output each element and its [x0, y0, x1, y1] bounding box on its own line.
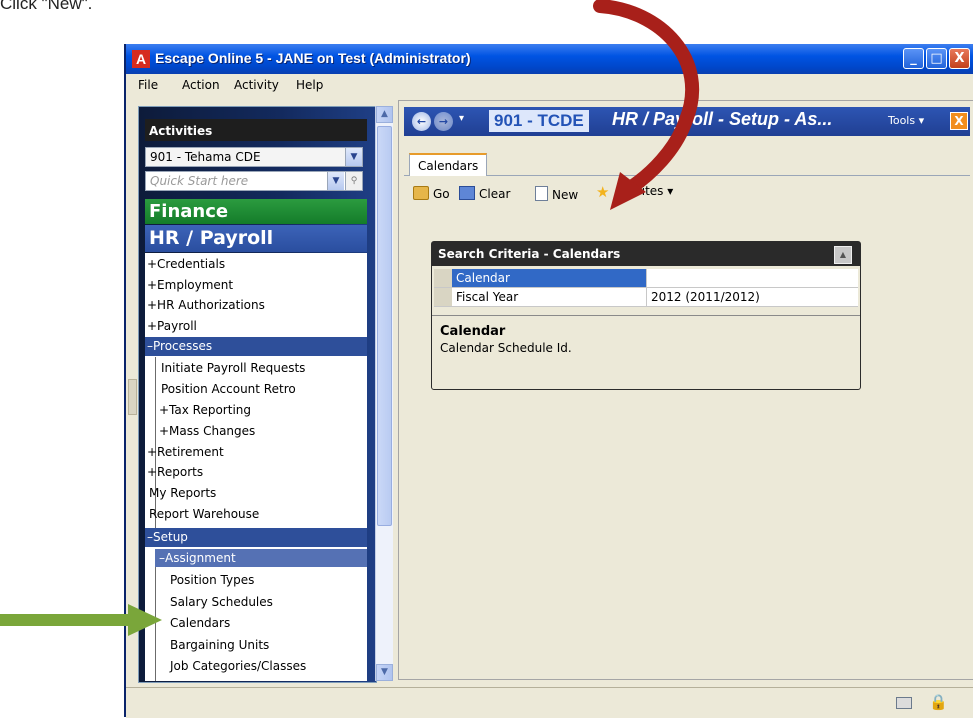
nav-item-bargaining-units[interactable]: Bargaining Units	[170, 638, 269, 652]
clear-button[interactable]: Clear	[459, 186, 510, 201]
chevron-down-icon[interactable]: ▼	[345, 148, 362, 166]
tab-calendars[interactable]: Calendars	[409, 153, 488, 176]
folder-go-icon	[413, 186, 429, 200]
app-window: A Escape Online 5 - JANE on Test (Admini…	[124, 44, 973, 718]
nav-item-payroll[interactable]: +Payroll	[147, 319, 197, 333]
nav-item-setup[interactable]: –Setup	[145, 528, 367, 547]
history-dropdown-icon[interactable]: ▾	[459, 113, 464, 124]
nav-item-salary-schedules[interactable]: Salary Schedules	[170, 595, 273, 609]
panel-splitter-handle[interactable]	[128, 379, 137, 415]
instruction-caption: Click "New".	[0, 0, 93, 13]
nav-item-assignment[interactable]: –Assignment	[155, 549, 367, 567]
search-criteria-header: Search Criteria - Calendars ▲	[432, 242, 860, 266]
nav-item-my-reports[interactable]: My Reports	[149, 486, 216, 500]
row-gutter	[434, 269, 452, 287]
hr-payroll-section[interactable]: HR / Payroll	[145, 225, 367, 252]
go-label: Go	[433, 187, 450, 201]
org-select[interactable]: 901 - Tehama CDE ▼	[145, 147, 363, 167]
new-document-icon	[535, 186, 548, 201]
menu-file[interactable]: File	[138, 78, 158, 92]
maximize-button[interactable]: □	[926, 48, 947, 69]
field-description-text: Calendar Schedule Id.	[440, 341, 572, 355]
criteria-row[interactable]: Fiscal Year 2012 (2011/2012)	[434, 288, 858, 307]
scroll-up-icon[interactable]: ▲	[376, 106, 393, 123]
nav-item-report-warehouse[interactable]: Report Warehouse	[149, 507, 259, 521]
quick-start-placeholder: Quick Start here	[150, 174, 249, 188]
window-title: Escape Online 5 - JANE on Test (Administ…	[155, 50, 471, 66]
menu-activity[interactable]: Activity	[234, 78, 279, 92]
menu-bar: File Action Activity Help	[126, 74, 973, 96]
new-button[interactable]: New	[535, 186, 578, 202]
scroll-down-icon[interactable]: ▼	[376, 664, 393, 681]
nav-item-reports[interactable]: +Reports	[147, 465, 203, 479]
nav-item-calendars[interactable]: Calendars	[170, 616, 230, 630]
activities-panel: Activities 901 - Tehama CDE ▼ Quick Star…	[138, 106, 377, 683]
forward-arrow-icon[interactable]: →	[434, 112, 453, 131]
activities-header: Activities	[145, 119, 367, 141]
app-logo-icon: A	[132, 50, 150, 68]
criteria-label: Fiscal Year	[456, 290, 519, 304]
nav-tree: +Credentials +Employment +HR Authorizati…	[145, 253, 367, 681]
menu-action[interactable]: Action	[182, 78, 220, 92]
search-criteria-title: Search Criteria - Calendars	[438, 247, 621, 261]
tools-menu[interactable]: Tools ▾	[888, 114, 924, 127]
nav-item-processes[interactable]: –Processes	[145, 337, 367, 356]
title-bar[interactable]: A Escape Online 5 - JANE on Test (Admini…	[126, 44, 973, 74]
field-description-title: Calendar	[440, 324, 506, 339]
lock-icon: 🔒	[929, 693, 948, 711]
nav-item-credentials[interactable]: +Credentials	[147, 257, 225, 271]
fiscal-year-value-field[interactable]: 2012 (2011/2012)	[646, 288, 858, 306]
org-code-badge: 901 - TCDE	[489, 110, 589, 132]
close-button[interactable]: X	[949, 48, 970, 69]
minimize-icon: _	[910, 51, 917, 66]
back-arrow-icon[interactable]: ←	[412, 112, 431, 131]
org-select-value: 901 - Tehama CDE	[150, 150, 261, 164]
menu-help[interactable]: Help	[296, 78, 323, 92]
calendar-value-field[interactable]	[646, 269, 858, 287]
close-page-icon[interactable]: X	[950, 112, 968, 130]
status-bar: 🔒	[126, 687, 973, 718]
nav-item-mass-changes[interactable]: +Mass Changes	[159, 424, 255, 438]
nav-item-tax-reporting[interactable]: +Tax Reporting	[159, 403, 251, 417]
collapse-icon[interactable]: ▲	[834, 246, 852, 264]
clear-icon	[459, 186, 475, 200]
nav-item-employment[interactable]: +Employment	[147, 278, 233, 292]
minimize-button[interactable]: _	[903, 48, 924, 69]
message-icon[interactable]	[896, 697, 912, 709]
search-criteria-panel: Search Criteria - Calendars ▲ Calendar F…	[431, 241, 861, 390]
nav-item-position-types[interactable]: Position Types	[170, 573, 254, 587]
criteria-label: Calendar	[452, 269, 646, 287]
finance-section[interactable]: Finance	[145, 199, 367, 224]
nav-item-job-categories[interactable]: Job Categories/Classes	[170, 659, 306, 673]
quick-start-input[interactable]: Quick Start here ▼ ⚲	[145, 171, 363, 191]
maximize-icon: □	[930, 51, 943, 66]
close-icon: X	[954, 51, 965, 66]
clear-label: Clear	[479, 187, 511, 201]
nav-item-initiate-payroll-requests[interactable]: Initiate Payroll Requests	[161, 361, 305, 375]
divider	[432, 315, 860, 316]
search-icon[interactable]: ⚲	[345, 172, 362, 190]
go-button[interactable]: Go	[413, 186, 450, 201]
scrollbar-thumb[interactable]	[377, 126, 392, 526]
nav-item-position-account-retro[interactable]: Position Account Retro	[161, 382, 296, 396]
green-pointer-arrow	[0, 604, 162, 636]
nav-item-hr-authorizations[interactable]: +HR Authorizations	[147, 298, 265, 312]
activities-scrollbar[interactable]: ▲ ▼	[375, 106, 393, 681]
row-gutter	[434, 288, 452, 306]
criteria-row[interactable]: Calendar	[434, 269, 858, 288]
new-label: New	[552, 188, 579, 202]
chevron-down-icon[interactable]: ▼	[327, 172, 344, 190]
red-pointer-arrow	[593, 0, 699, 210]
nav-item-retirement[interactable]: +Retirement	[147, 445, 224, 459]
